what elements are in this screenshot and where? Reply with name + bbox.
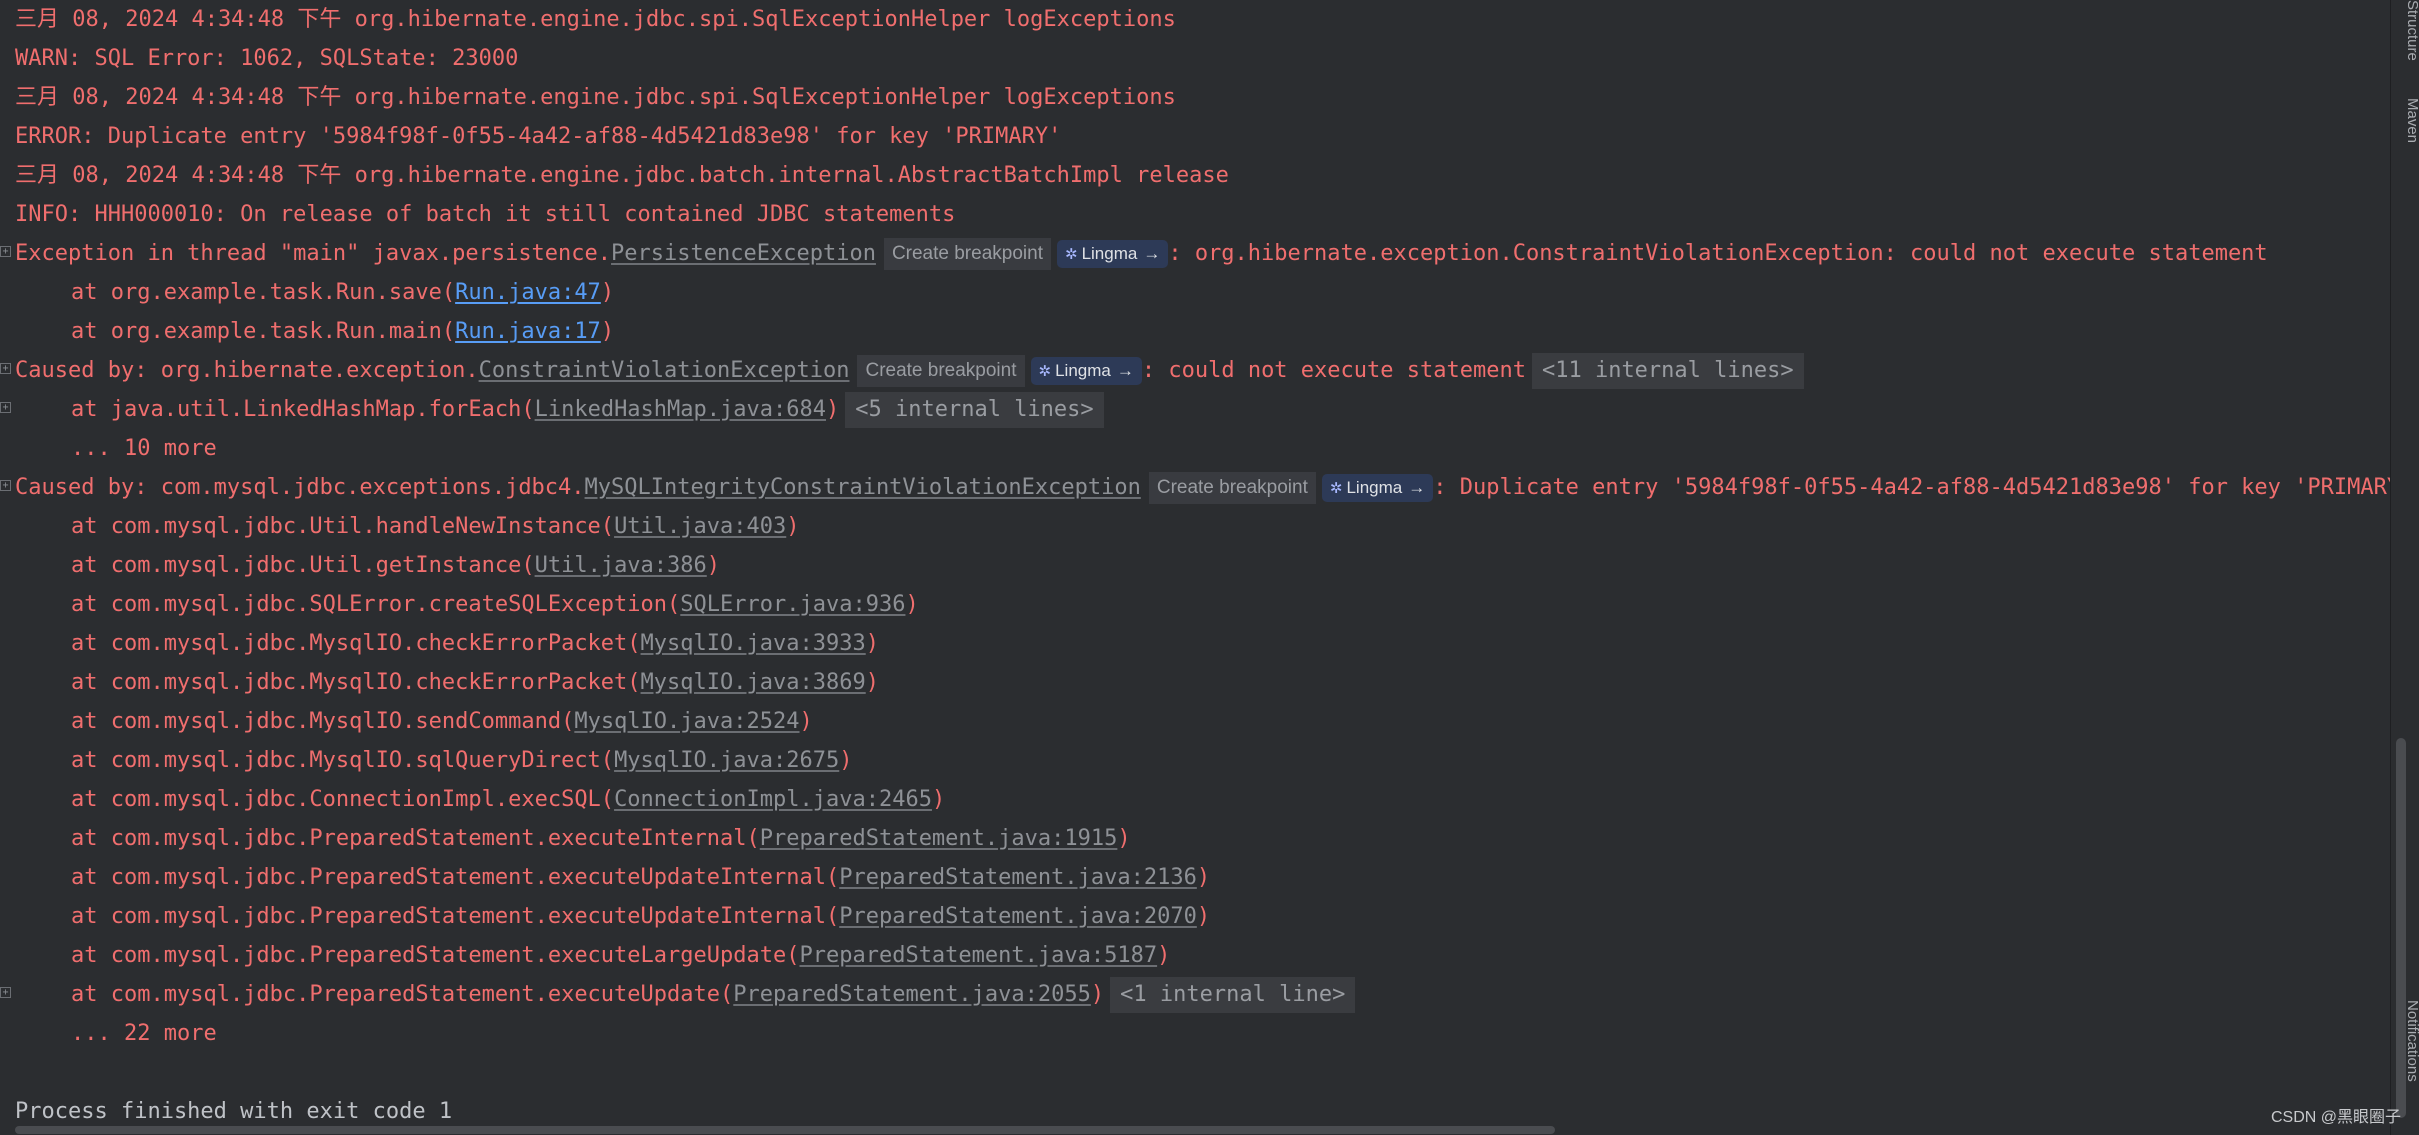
side-tab-structure[interactable]: Structure <box>2404 0 2419 70</box>
fold-toggle-icon[interactable]: + <box>0 402 11 413</box>
fold-toggle-icon[interactable]: + <box>0 480 11 491</box>
side-tab-notifications[interactable]: Notifications <box>2404 1000 2419 1130</box>
source-link[interactable]: LinkedHashMap.java:684 <box>535 397 826 422</box>
lingma-button[interactable]: ✲ Lingma → <box>1030 357 1142 385</box>
console-output[interactable]: 三月 08, 2024 4:34:48 下午 org.hibernate.eng… <box>0 0 2390 1135</box>
source-link[interactable]: Run.java:47 <box>455 280 601 305</box>
horizontal-scrollbar[interactable] <box>15 1126 1555 1134</box>
source-link[interactable]: PreparedStatement.java:2055 <box>733 982 1091 1007</box>
watermark: CSDN @黑眼圈子 <box>2270 1109 2401 1126</box>
create-breakpoint-button[interactable]: Create breakpoint <box>1148 472 1316 504</box>
source-link[interactable]: MysqlIO.java:3933 <box>641 631 866 656</box>
arrow-right-icon: → <box>1116 361 1134 380</box>
source-link[interactable]: Run.java:17 <box>455 319 601 344</box>
source-link[interactable]: PreparedStatement.java:1915 <box>760 826 1118 851</box>
source-link[interactable]: MysqlIO.java:2524 <box>574 709 799 734</box>
fold-toggle-icon[interactable]: + <box>0 987 11 998</box>
exception-class: ConstraintViolationException <box>478 358 850 383</box>
arrow-right-icon: → <box>1143 244 1161 263</box>
internal-lines-toggle[interactable]: <1 internal line> <box>1110 977 1356 1013</box>
source-link[interactable]: MysqlIO.java:3869 <box>641 670 866 695</box>
lingma-icon: ✲ <box>1038 363 1052 380</box>
lingma-button[interactable]: ✲ Lingma → <box>1056 240 1169 268</box>
exception-class: MySQLIntegrityConstraintViolationExcepti… <box>584 475 1141 500</box>
fold-toggle-icon[interactable]: + <box>0 246 11 257</box>
create-breakpoint-button[interactable]: Create breakpoint <box>857 355 1025 387</box>
side-tab-maven[interactable]: Maven <box>2404 98 2419 143</box>
source-link[interactable]: PreparedStatement.java:2070 <box>839 904 1197 929</box>
arrow-right-icon: → <box>1408 478 1426 497</box>
source-link[interactable]: SQLError.java:936 <box>680 592 905 617</box>
source-link[interactable]: MysqlIO.java:2675 <box>614 748 839 773</box>
source-link[interactable]: Util.java:403 <box>614 514 786 539</box>
source-link[interactable]: PreparedStatement.java:2136 <box>839 865 1197 890</box>
internal-lines-toggle[interactable]: <11 internal lines> <box>1531 353 1804 389</box>
create-breakpoint-button[interactable]: Create breakpoint <box>883 238 1051 270</box>
source-link[interactable]: ConnectionImpl.java:2465 <box>614 787 932 812</box>
source-link[interactable]: Util.java:386 <box>535 553 707 578</box>
lingma-icon: ✲ <box>1064 246 1078 263</box>
fold-toggle-icon[interactable]: + <box>0 363 11 374</box>
lingma-button[interactable]: ✲ Lingma → <box>1321 474 1434 502</box>
source-link[interactable]: PreparedStatement.java:5187 <box>799 943 1157 968</box>
internal-lines-toggle[interactable]: <5 internal lines> <box>845 392 1104 428</box>
exception-class: PersistenceException <box>611 241 876 266</box>
lingma-icon: ✲ <box>1329 480 1343 497</box>
